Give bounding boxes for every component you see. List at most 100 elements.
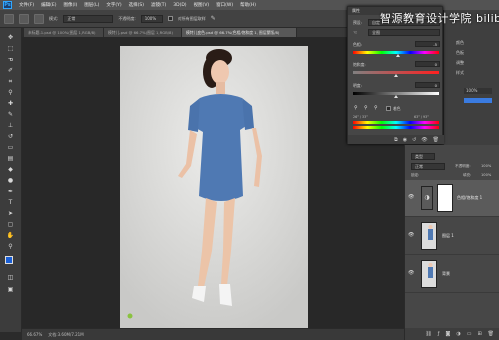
visibility-eye-icon[interactable]: 👁 — [408, 233, 414, 238]
adjustment-icon[interactable]: ◑ — [456, 331, 460, 337]
menu-layer[interactable]: 图层(L) — [84, 2, 99, 8]
mode-label: 模式: — [49, 15, 59, 21]
channel-select[interactable]: 全图 — [368, 29, 440, 36]
mask-icon[interactable]: ◙ — [445, 331, 450, 337]
menu-filter[interactable]: 滤镜(T) — [151, 2, 166, 8]
stamp-tool-icon[interactable]: ⊥ — [6, 122, 15, 129]
opacity-input[interactable]: 100% — [140, 14, 163, 23]
eyedropper-icon[interactable]: ⚲ — [354, 105, 358, 111]
delete-icon[interactable]: 🗑 — [433, 137, 439, 143]
link-icon[interactable]: ⛓ — [425, 331, 431, 337]
menu-view[interactable]: 视图(V) — [194, 2, 210, 8]
zoom-tool-icon[interactable]: ⚲ — [6, 243, 15, 250]
move-tool-icon[interactable]: ✥ — [6, 34, 15, 41]
new-layer-icon[interactable]: ⊞ — [477, 331, 481, 337]
target-adjust-icon[interactable]: ☜ — [353, 30, 357, 36]
quick-select-tool-icon[interactable]: ✐ — [6, 67, 15, 74]
mode-select[interactable]: 正常 — [63, 14, 114, 23]
folder-icon[interactable]: ▭ — [467, 331, 472, 337]
lasso-tool-icon[interactable]: ᓀ — [6, 56, 15, 63]
document-canvas[interactable] — [120, 46, 308, 328]
colorize-checkbox[interactable] — [386, 106, 391, 111]
zoom-field-value: 100% — [466, 88, 478, 93]
sample-all-checkbox[interactable] — [167, 16, 173, 21]
menu-file[interactable]: 文件(F) — [19, 2, 34, 8]
tool-preset-button[interactable] — [4, 13, 14, 24]
tab-document-2[interactable]: 模特儿.psd @ 66.7%(图层 1,RGB/8) — [104, 28, 182, 37]
menu-window[interactable]: 窗口(W) — [216, 2, 233, 8]
menu-select[interactable]: 选择(S) — [129, 2, 144, 8]
eyedropper-plus-icon[interactable]: ⚲ — [364, 105, 368, 111]
zoom-readout[interactable]: 66.67% — [27, 332, 42, 337]
trash-icon[interactable]: 🗑 — [488, 331, 494, 337]
zoom-field[interactable]: 100% — [464, 88, 492, 94]
type-tool-icon[interactable]: T — [6, 199, 15, 206]
saturation-input[interactable]: 0 — [415, 61, 440, 67]
layer-name[interactable]: 色相/饱和度 1 — [457, 195, 482, 201]
eraser-tool-icon[interactable]: ▭ — [6, 144, 15, 151]
document-tabs: 未标题-1.psd @ 100%(图层 1,RGB/8) 模特儿.psd @ 6… — [24, 28, 348, 37]
hue-slider-knob[interactable] — [396, 54, 400, 57]
layer-thumbnail — [421, 222, 437, 250]
panel-item-swatches[interactable]: 色板 — [456, 50, 496, 60]
dodge-tool-icon[interactable]: ● — [6, 177, 15, 184]
blur-tool-icon[interactable]: ◆ — [6, 166, 15, 173]
history-brush-icon[interactable]: ↺ — [6, 133, 15, 140]
menu-3d[interactable]: 3D(D) — [173, 3, 186, 8]
path-select-icon[interactable]: ➤ — [6, 210, 15, 217]
visibility-eye-icon[interactable]: 👁 — [408, 271, 414, 276]
color-bar[interactable] — [464, 98, 492, 103]
hue-input[interactable]: -5 — [415, 41, 440, 47]
layer-name[interactable]: 背景 — [442, 271, 450, 277]
tab-document-3[interactable]: 模特儿变色.psd @ 66.7%(色相/饱和度 1, 图层蒙版/8) — [182, 28, 297, 37]
photoshop-logo: Ps — [3, 1, 12, 9]
hand-tool-icon[interactable]: ✋ — [6, 232, 15, 239]
layer-blend-select[interactable]: 正常 — [411, 163, 445, 170]
lightness-input[interactable]: 0 — [415, 82, 440, 88]
menu-edit[interactable]: 编辑(E) — [41, 2, 56, 8]
menu-image[interactable]: 图像(I) — [63, 2, 77, 8]
layer-filter-kind[interactable]: 类型 — [411, 153, 435, 160]
panel-item-color[interactable]: 颜色 — [456, 40, 496, 50]
screen-mode-icon[interactable]: ▣ — [6, 286, 15, 293]
visibility-eye-icon[interactable]: 👁 — [408, 195, 414, 200]
layer-name[interactable]: 图层 1 — [442, 233, 454, 239]
visibility-icon[interactable]: 👁 — [421, 137, 427, 143]
marquee-tool-icon[interactable]: ⬚ — [6, 45, 15, 52]
view-previous-icon[interactable]: ◉ — [403, 137, 407, 143]
pressure-icon[interactable]: ✎ — [211, 15, 216, 22]
layer-opacity-value[interactable]: 100% — [481, 164, 491, 168]
eyedropper-tool-icon[interactable]: ⚲ — [6, 89, 15, 96]
shape-tool-icon[interactable]: ▢ — [6, 221, 15, 228]
pen-tool-icon[interactable]: ✒ — [6, 188, 15, 195]
brush-preset-button[interactable] — [19, 13, 29, 24]
tab-document-1[interactable]: 未标题-1.psd @ 100%(图层 1,RGB/8) — [24, 28, 104, 37]
fx-icon[interactable]: ƒ — [438, 331, 440, 337]
gradient-tool-icon[interactable]: ▤ — [6, 155, 15, 162]
layer-mask-thumbnail[interactable] — [437, 184, 453, 212]
eyedropper-minus-icon[interactable]: ⚲ — [374, 105, 378, 111]
crop-tool-icon[interactable]: ⌗ — [6, 78, 15, 85]
adjustment-layer-icon: ◑ — [421, 186, 433, 210]
colorize-label: 着色 — [393, 106, 401, 111]
menu-type[interactable]: 文字(Y) — [106, 2, 121, 8]
reset-icon[interactable]: ↺ — [412, 137, 416, 143]
foreground-color-swatch[interactable] — [5, 256, 13, 264]
lightness-label: 明度: — [353, 83, 362, 88]
quick-mask-icon[interactable]: ◫ — [6, 274, 15, 281]
brush-panel-button[interactable] — [34, 13, 44, 24]
layer-row-hue-saturation[interactable]: 👁 ◑ 色相/饱和度 1 — [405, 180, 499, 217]
saturation-label: 饱和度: — [353, 62, 366, 67]
saturation-slider-knob[interactable] — [394, 74, 398, 77]
fill-value[interactable]: 100% — [481, 173, 491, 177]
tab-label: 未标题-1.psd @ 100%(图层 1,RGB/8) — [28, 29, 96, 35]
layer-row-background[interactable]: 👁 背景 — [405, 256, 499, 293]
clip-to-layer-icon[interactable]: ⧉ — [394, 137, 398, 143]
brush-tool-icon[interactable]: ✎ — [6, 111, 15, 118]
healing-tool-icon[interactable]: ✚ — [6, 100, 15, 107]
lightness-slider-knob[interactable] — [394, 95, 398, 98]
panel-item-styles[interactable]: 样式 — [456, 70, 496, 80]
panel-item-adjustments[interactable]: 调整 — [456, 60, 496, 70]
menu-help[interactable]: 帮助(H) — [240, 2, 256, 8]
layer-row-layer1[interactable]: 👁 图层 1 — [405, 218, 499, 255]
